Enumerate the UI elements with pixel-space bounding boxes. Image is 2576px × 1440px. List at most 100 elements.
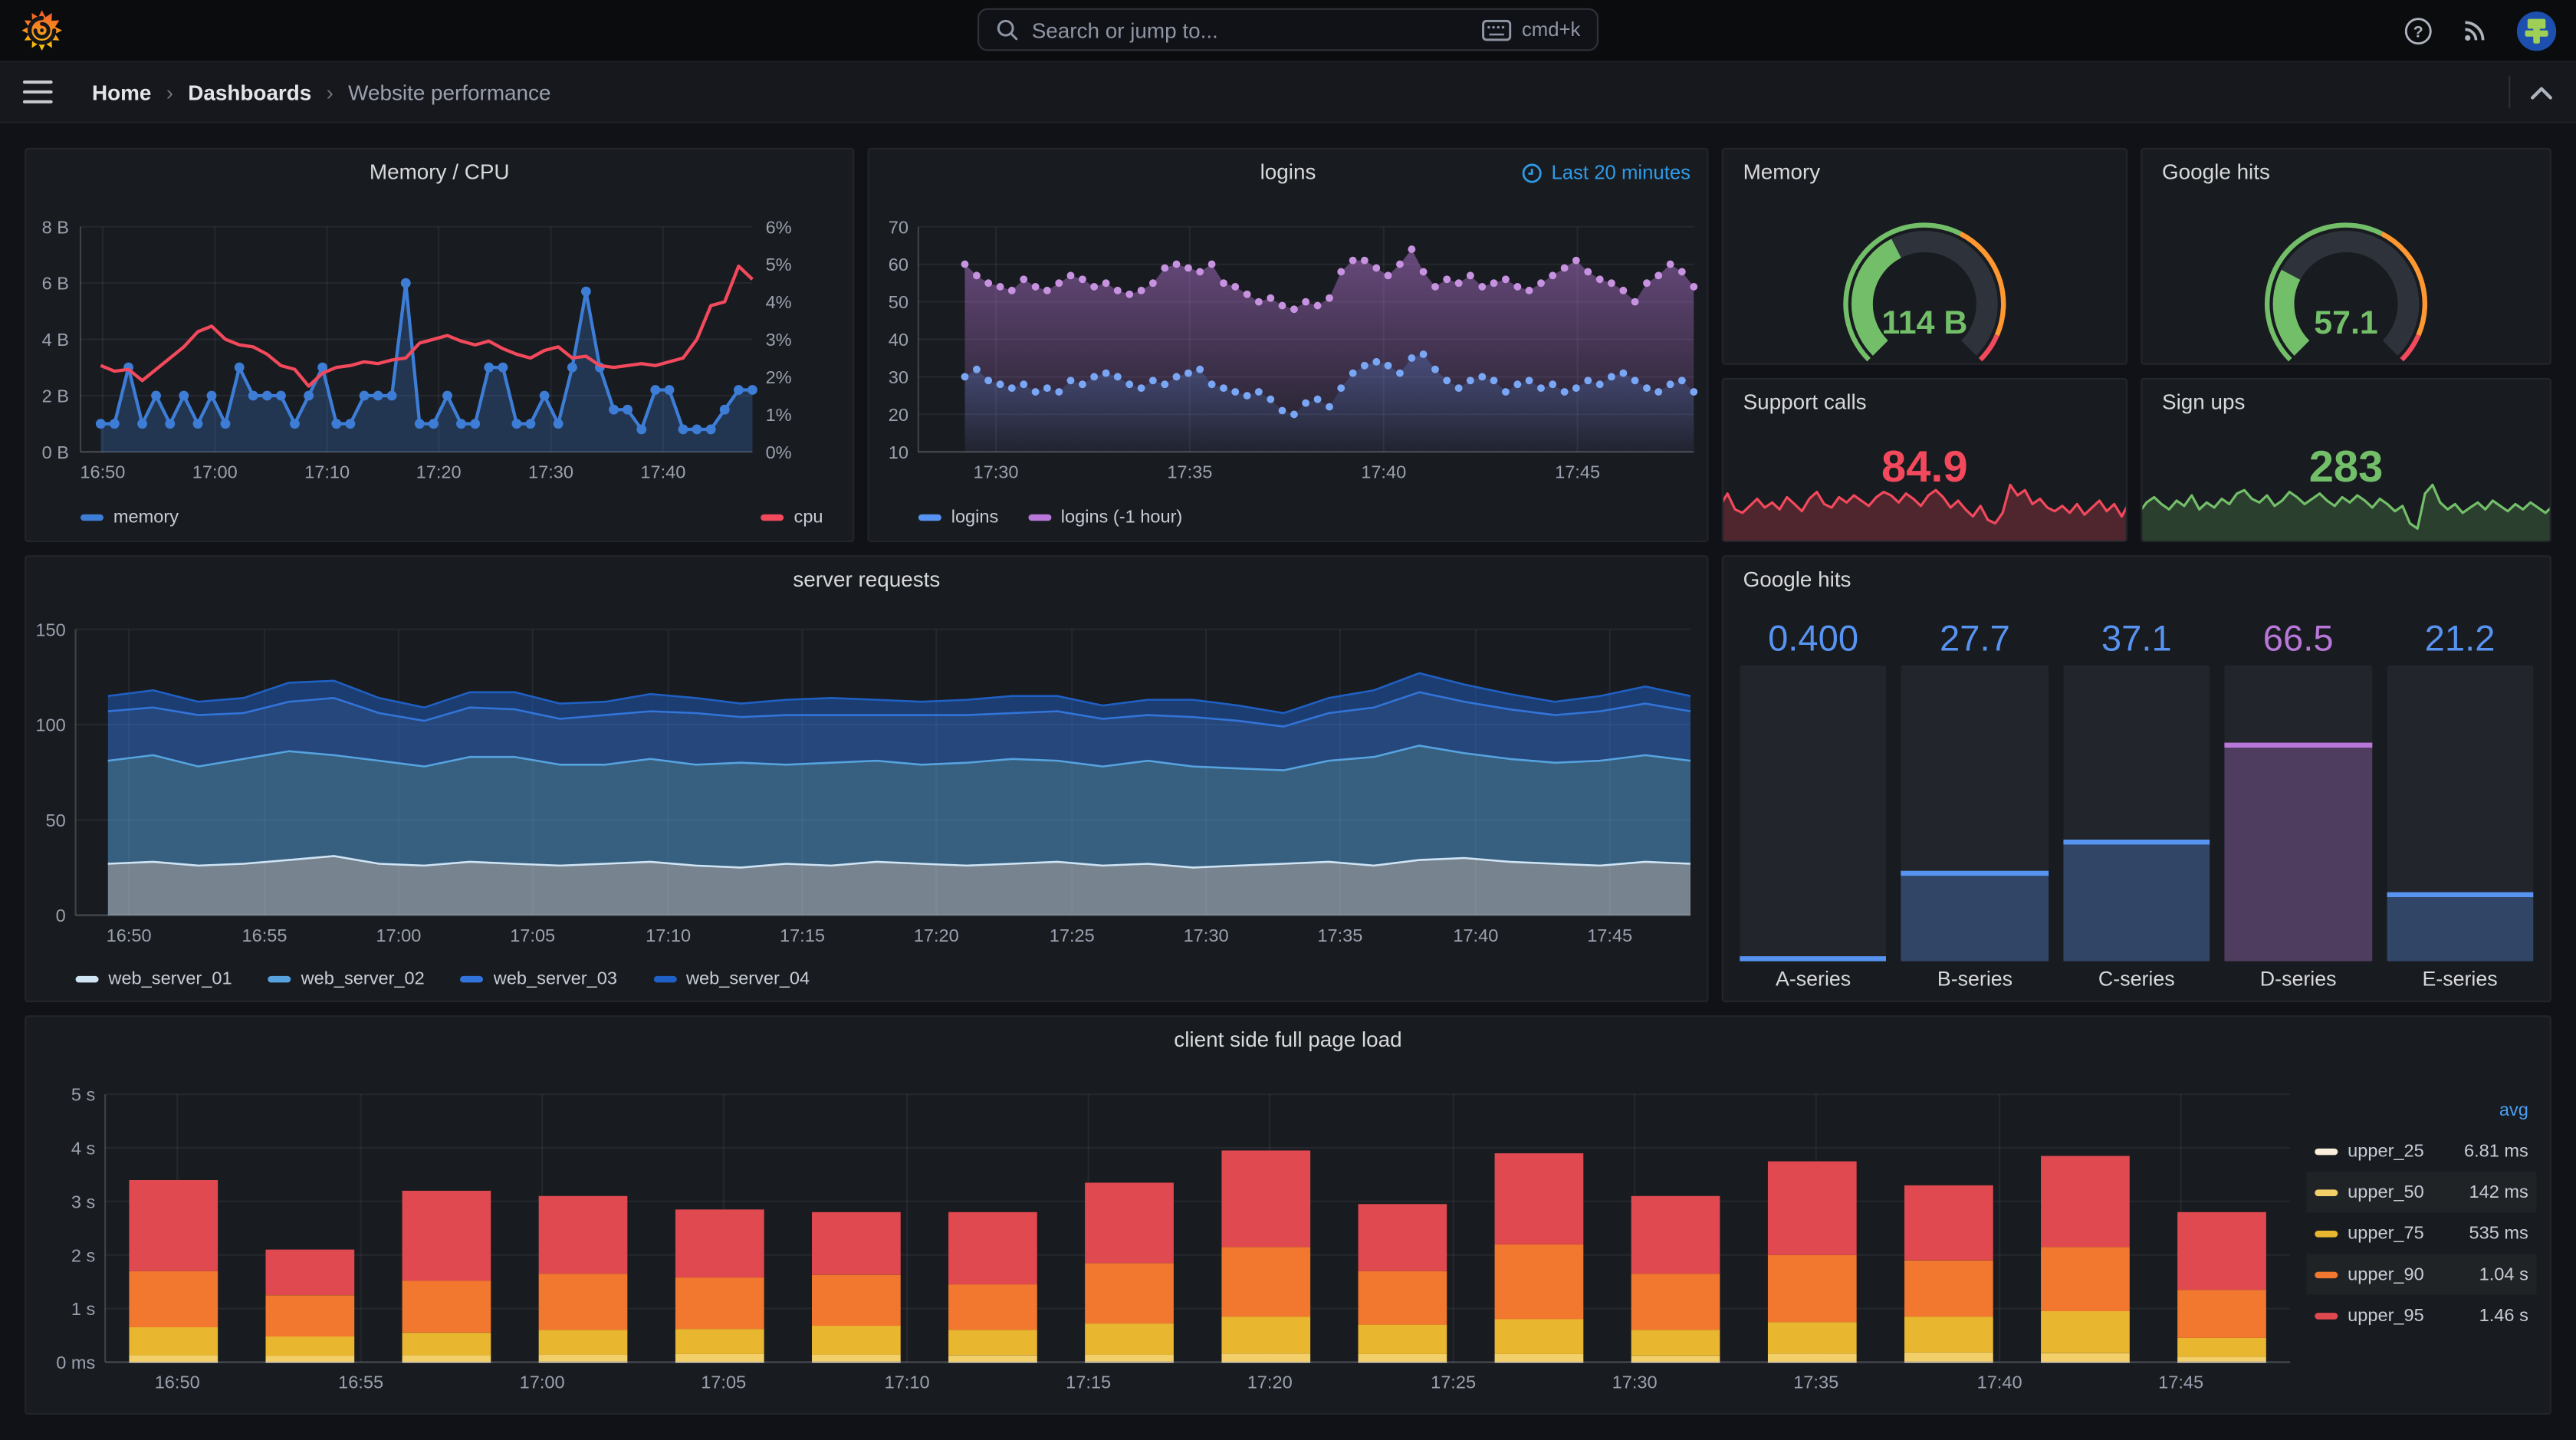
- breadcrumb-current: Website performance: [348, 79, 551, 105]
- bar-gauge-column-c-series[interactable]: 37.1 C-series: [2063, 616, 2210, 995]
- bar-gauge-column-a-series[interactable]: 0.400 A-series: [1740, 616, 1887, 995]
- svg-text:10: 10: [889, 442, 909, 462]
- svg-text:60: 60: [889, 255, 909, 275]
- search-input[interactable]: Search or jump to... cmd+k: [978, 8, 1598, 51]
- svg-text:17:45: 17:45: [1587, 925, 1632, 945]
- legend-table-header[interactable]: avg: [2307, 1090, 2537, 1131]
- panel-title[interactable]: server requests: [26, 567, 1707, 591]
- legend-item-memory[interactable]: memory: [80, 508, 179, 528]
- panel-time-range[interactable]: Last 20 minutes: [1522, 161, 1691, 184]
- svg-text:1 s: 1 s: [71, 1299, 95, 1319]
- breadcrumb-home[interactable]: Home: [92, 80, 151, 104]
- gauge-value: 114 B: [1881, 305, 1968, 342]
- breadcrumb-dashboards[interactable]: Dashboards: [188, 80, 311, 104]
- keyboard-shortcut: cmd+k: [1482, 18, 1580, 41]
- clock-icon: [1523, 163, 1543, 182]
- panel-title[interactable]: Google hits: [1743, 567, 1852, 591]
- legend-row-upper_90[interactable]: upper_90 1.04 s: [2307, 1254, 2537, 1295]
- svg-text:?: ?: [2413, 22, 2423, 40]
- svg-text:17:30: 17:30: [974, 462, 1019, 482]
- svg-text:16:50: 16:50: [107, 925, 152, 945]
- legend-swatch: [268, 975, 291, 983]
- legend-item-web-server-02[interactable]: web_server_02: [268, 969, 425, 989]
- legend-item-cpu[interactable]: cpu: [761, 508, 823, 528]
- legend-swatch: [1027, 514, 1051, 521]
- bar-gauge-value: 21.2: [2424, 617, 2496, 659]
- svg-text:17:40: 17:40: [1977, 1373, 2022, 1392]
- svg-text:17:40: 17:40: [1361, 462, 1406, 482]
- user-avatar[interactable]: [2516, 10, 2557, 51]
- bar-gauge-column-b-series[interactable]: 27.7 B-series: [1901, 616, 2049, 995]
- svg-text:17:00: 17:00: [520, 1373, 565, 1392]
- svg-text:6%: 6%: [766, 217, 792, 237]
- client-load-chart[interactable]: 5 s 4 s 3 s 2 s 1 s 0 ms 16:50 16:55 17:00 17:05 1…: [26, 1017, 2551, 1415]
- svg-text:0 ms: 0 ms: [56, 1353, 95, 1373]
- panel-title[interactable]: Google hits: [2162, 159, 2270, 184]
- top-navigation: Search or jump to... cmd+k ?: [0, 0, 2576, 61]
- svg-text:17:25: 17:25: [1431, 1373, 1476, 1392]
- bar-gauge-label: B-series: [1937, 968, 2013, 991]
- panel-support-calls: Support calls 84.9: [1721, 377, 2128, 543]
- svg-text:50: 50: [45, 810, 65, 830]
- bar-gauge-column-e-series[interactable]: 21.2 E-series: [2386, 616, 2534, 995]
- legend-item-web-server-01[interactable]: web_server_01: [75, 969, 232, 989]
- menu-button[interactable]: [23, 79, 56, 105]
- breadcrumb: Home › Dashboards › Website performance: [92, 80, 550, 104]
- bar-gauge-label: D-series: [2259, 968, 2337, 991]
- legend-row-upper_75[interactable]: upper_75 535 ms: [2307, 1212, 2537, 1254]
- bar-gauge-track: [1740, 665, 1887, 962]
- breadcrumb-bar: Home › Dashboards › Website performance: [0, 61, 2576, 123]
- svg-text:2 B: 2 B: [42, 386, 69, 406]
- svg-text:50: 50: [889, 292, 909, 312]
- bar-gauge-label: A-series: [1775, 968, 1852, 991]
- legend-item-logins-1-hour-[interactable]: logins (-1 hour): [1027, 508, 1182, 528]
- bar-gauge-track: [2224, 665, 2372, 962]
- legend-item-web-server-04[interactable]: web_server_04: [653, 969, 810, 989]
- legend-item-logins[interactable]: logins: [918, 508, 998, 528]
- rss-icon: [2465, 21, 2485, 41]
- chart-legend: web_server_01 web_server_02 web_server_03 w…: [75, 969, 810, 989]
- grafana-logo-icon[interactable]: [21, 10, 63, 51]
- panel-title[interactable]: Support calls: [1743, 390, 1867, 414]
- legend-swatch: [2315, 1188, 2338, 1195]
- svg-text:17:20: 17:20: [914, 925, 959, 945]
- bar-gauge-fill: [2063, 839, 2210, 962]
- svg-text:16:55: 16:55: [338, 1373, 383, 1392]
- svg-text:0: 0: [56, 906, 66, 925]
- panel-title[interactable]: Sign ups: [2162, 390, 2245, 414]
- svg-text:2 s: 2 s: [71, 1245, 95, 1265]
- svg-text:150: 150: [35, 620, 65, 639]
- memory-cpu-chart[interactable]: 8 B 6 B 4 B 2 B 0 B 6% 5% 4% 3% 2% 1% 0% 16:50 17:00 1…: [26, 150, 854, 542]
- svg-text:17:10: 17:10: [646, 925, 691, 945]
- panel-title[interactable]: Memory / CPU: [26, 159, 853, 184]
- search-icon: [997, 19, 1018, 41]
- news-button[interactable]: [2461, 16, 2489, 44]
- panel-google-hits-gauge: Google hits 57.1: [2141, 147, 2551, 365]
- logins-chart[interactable]: 70 60 50 40 30 20 10 17:30 17:35 17:40 17:45: [869, 150, 1709, 542]
- legend-row-upper_95[interactable]: upper_95 1.46 s: [2307, 1295, 2537, 1336]
- svg-text:100: 100: [35, 715, 65, 735]
- server-requests-chart[interactable]: 150 100 50 0 16:50 16:55 17:00 17:05 17:10 17:15 1…: [26, 557, 1708, 1002]
- legend-swatch: [761, 514, 784, 521]
- panel-server-requests: server requests 150 100 50 0 16:50 16:55 17:00…: [25, 555, 1709, 1003]
- panel-title[interactable]: Memory: [1743, 159, 1821, 184]
- panel-title[interactable]: client side full page load: [26, 1027, 2549, 1051]
- bar-gauge-label: E-series: [2422, 968, 2498, 991]
- svg-text:17:10: 17:10: [885, 1373, 930, 1392]
- svg-text:17:05: 17:05: [701, 1373, 746, 1392]
- legend-row-upper_50[interactable]: upper_50 142 ms: [2307, 1172, 2537, 1213]
- legend-row-upper_25[interactable]: upper_25 6.81 ms: [2307, 1130, 2537, 1172]
- bar-gauge-column-d-series[interactable]: 66.5 D-series: [2224, 616, 2372, 995]
- chevron-up-icon: [2531, 86, 2552, 99]
- svg-text:0 B: 0 B: [42, 442, 69, 462]
- bar-gauge-value: 66.5: [2262, 617, 2334, 659]
- bar-gauge-value: 27.7: [1940, 617, 2010, 659]
- collapse-button[interactable]: [2530, 84, 2553, 99]
- stat-value: 283: [2308, 442, 2384, 492]
- panel-google-hits-bars: Google hits 0.400 A-series 27.7 B-series 37.…: [1721, 555, 2551, 1003]
- legend-swatch: [653, 975, 677, 983]
- help-button[interactable]: ?: [2404, 15, 2433, 45]
- bar-gauge-fill: [1740, 956, 1887, 962]
- legend-item-web-server-03[interactable]: web_server_03: [460, 969, 617, 989]
- bar-gauge-track: [2386, 665, 2534, 962]
